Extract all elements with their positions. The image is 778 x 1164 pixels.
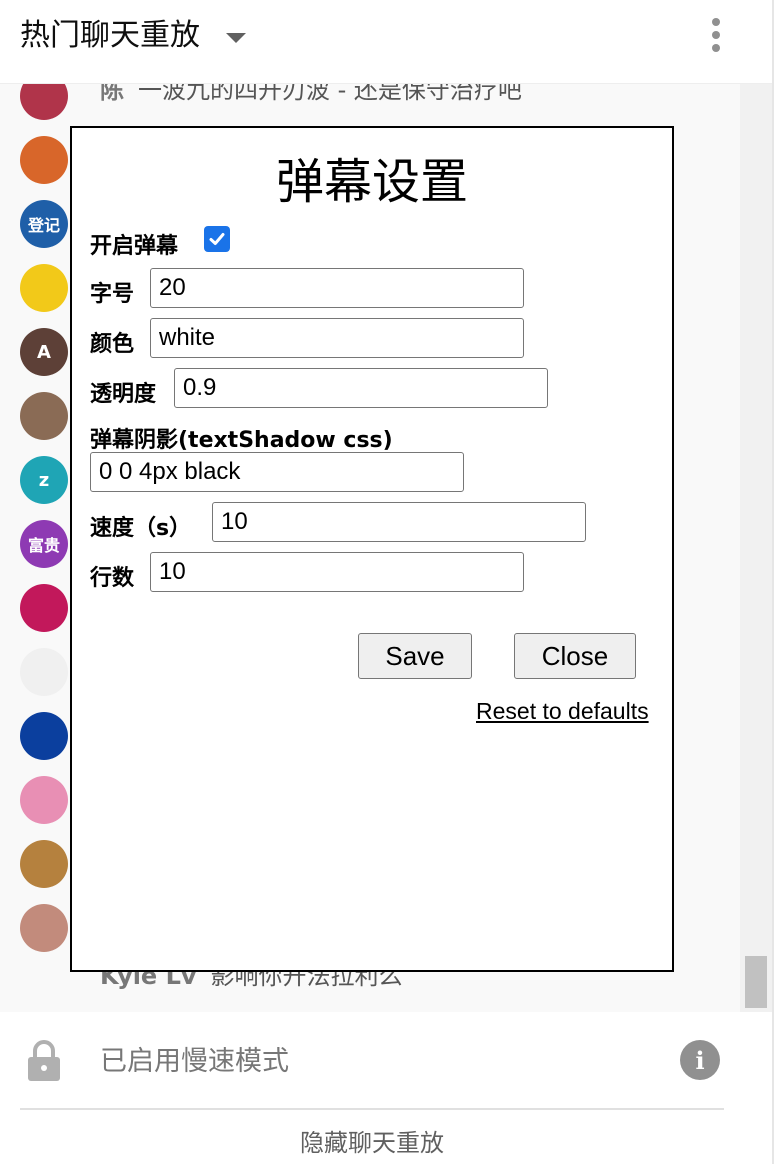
color-input[interactable]	[150, 318, 524, 358]
checkmark-icon	[209, 233, 225, 245]
author-avatar[interactable]	[20, 712, 68, 760]
more-vert-icon[interactable]	[706, 18, 726, 54]
chat-scrollbar-track[interactable]	[740, 84, 772, 1012]
author-avatar[interactable]	[20, 648, 68, 696]
speed-input[interactable]	[212, 502, 586, 542]
font-size-input[interactable]	[150, 268, 524, 308]
author-avatar[interactable]	[20, 84, 68, 120]
color-label: 颜色	[90, 332, 135, 357]
author-avatar[interactable]	[20, 776, 68, 824]
avatar-initials: z	[38, 469, 50, 491]
avatar-initials: 登记	[27, 216, 60, 235]
avatar-initials: A	[37, 341, 51, 363]
avatar-initials: 富贵	[27, 536, 60, 555]
dropdown-caret-icon[interactable]	[226, 33, 246, 43]
enable-danmaku-checkbox[interactable]	[204, 226, 230, 252]
text-shadow-input[interactable]	[90, 452, 464, 492]
close-button[interactable]: Close	[514, 633, 636, 679]
info-icon[interactable]: i	[680, 1040, 720, 1080]
window-edge	[772, 0, 774, 1164]
author-avatar[interactable]	[20, 264, 68, 312]
author-avatar[interactable]	[20, 136, 68, 184]
rows-input[interactable]	[150, 552, 524, 592]
lock-icon	[26, 1038, 62, 1082]
author-avatar[interactable]: 富贵	[20, 520, 68, 568]
footer-divider	[20, 1108, 724, 1110]
hide-chat-replay-button[interactable]: 隐藏聊天重放	[0, 1112, 744, 1164]
text-shadow-label: 弹幕阴影(textShadow css)	[90, 428, 393, 453]
author-avatar[interactable]: z	[20, 456, 68, 504]
danmaku-settings-dialog: 弹幕设置 开启弹幕 字号 颜色 透明度 弹幕阴影(textShadow css)…	[70, 126, 674, 972]
rows-label: 行数	[90, 566, 135, 591]
reset-defaults-link[interactable]: Reset to defaults	[476, 698, 649, 725]
chat-mode-title[interactable]: 热门聊天重放	[20, 16, 200, 56]
chat-scrollbar-thumb[interactable]	[745, 956, 767, 1008]
save-button[interactable]: Save	[358, 633, 472, 679]
enable-danmaku-label: 开启弹幕	[90, 234, 179, 259]
chat-message-partial-top: 陈一波九的四开刃波 - 还是保守治疗吧	[100, 84, 522, 104]
author-avatar[interactable]: A	[20, 328, 68, 376]
opacity-label: 透明度	[90, 382, 157, 407]
live-chat-replay-panel: 热门聊天重放 陈一波九的四开刃波 - 还是保守治疗吧 Kyle Lv 影响你开法拉…	[0, 0, 778, 1164]
dialog-title: 弹幕设置	[275, 154, 468, 210]
author-avatar[interactable]	[20, 392, 68, 440]
author-avatar[interactable]	[20, 840, 68, 888]
author-avatar[interactable]	[20, 584, 68, 632]
chat-header: 热门聊天重放	[0, 0, 772, 84]
author-avatar[interactable]: 登记	[20, 200, 68, 248]
font-size-label: 字号	[90, 282, 135, 307]
author-avatar[interactable]	[20, 904, 68, 952]
opacity-input[interactable]	[174, 368, 548, 408]
slow-mode-text: 已启用慢速模式	[100, 1046, 289, 1077]
speed-label: 速度（s）	[90, 516, 192, 541]
